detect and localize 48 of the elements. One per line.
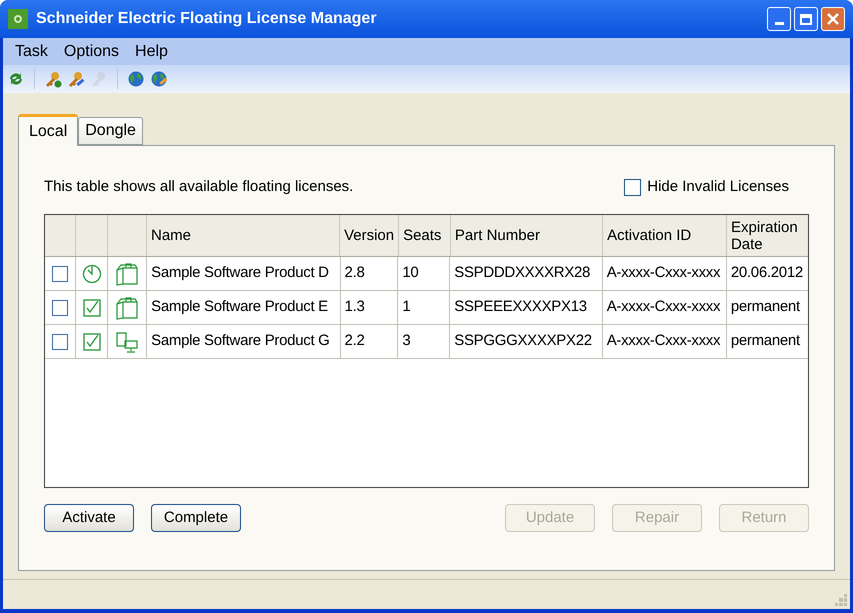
minimize-button[interactable] bbox=[767, 7, 791, 31]
table-cell-text: 2.2 bbox=[344, 331, 364, 352]
table-cell-text: SSPDDDXXXXRX28 bbox=[454, 263, 590, 284]
menu-item[interactable]: Help bbox=[129, 40, 174, 64]
action-button[interactable]: Activate bbox=[44, 504, 134, 532]
checkbox[interactable] bbox=[624, 178, 642, 196]
key-icon[interactable] bbox=[44, 70, 62, 88]
table-cell-text: 3 bbox=[402, 331, 410, 352]
table-cell-text: SSPGGGXXXXPX22 bbox=[454, 331, 592, 352]
table-cell-text: Sample Software Product D bbox=[151, 263, 329, 284]
table-cell-text: Sample Software Product E bbox=[151, 297, 328, 318]
table-cell-text: 1 bbox=[402, 297, 410, 318]
description-text: This table shows all available floating licenses. bbox=[44, 176, 354, 197]
checkbox-label: Hide Invalid Licenses bbox=[647, 176, 789, 197]
table-cell-text: A-xxxx-Cxxx-xxxx bbox=[606, 263, 720, 284]
row-checkbox[interactable] bbox=[52, 266, 68, 282]
menu-item[interactable]: Task bbox=[9, 40, 54, 64]
globe-icon[interactable] bbox=[127, 70, 145, 88]
key-icon[interactable] bbox=[67, 70, 85, 88]
table-cell-text: 20.06.2012 bbox=[730, 263, 803, 284]
column-header[interactable]: Name bbox=[151, 227, 192, 244]
action-button[interactable]: Complete bbox=[151, 504, 241, 532]
close-icon bbox=[827, 13, 839, 25]
app-icon bbox=[8, 9, 28, 29]
column-header[interactable]: Expiration Date bbox=[730, 218, 804, 252]
table-cell-text: permanent bbox=[730, 331, 800, 352]
column-header[interactable]: Version bbox=[344, 227, 394, 244]
table-cell-text: permanent bbox=[730, 297, 800, 318]
globe-icon[interactable] bbox=[150, 70, 168, 88]
maximize-button[interactable] bbox=[794, 7, 818, 31]
row-checkbox[interactable] bbox=[52, 300, 68, 316]
window-title: Schneider Electric Floating License Manager bbox=[36, 9, 378, 29]
tab[interactable]: Local bbox=[18, 114, 78, 146]
resize-grip-icon[interactable] bbox=[835, 594, 847, 606]
column-header[interactable]: Seats bbox=[403, 227, 442, 244]
row-checkbox[interactable] bbox=[52, 334, 68, 350]
table-cell-text: A-xxxx-Cxxx-xxxx bbox=[606, 297, 720, 318]
column-header[interactable]: Part Number bbox=[454, 227, 540, 244]
menu-item[interactable]: Options bbox=[58, 40, 126, 64]
table-cell-text: Sample Software Product G bbox=[151, 331, 330, 352]
close-button[interactable] bbox=[821, 7, 845, 31]
table-cell-text: 10 bbox=[402, 263, 418, 284]
table-cell-text: 2.8 bbox=[344, 263, 364, 284]
tab[interactable]: Dongle bbox=[78, 117, 143, 145]
table-cell-text: A-xxxx-Cxxx-xxxx bbox=[606, 331, 720, 352]
column-header[interactable]: Activation ID bbox=[607, 227, 692, 244]
table-cell-text: SSPEEEXXXXPX13 bbox=[454, 297, 587, 318]
table-cell-text: 1.3 bbox=[344, 297, 364, 318]
